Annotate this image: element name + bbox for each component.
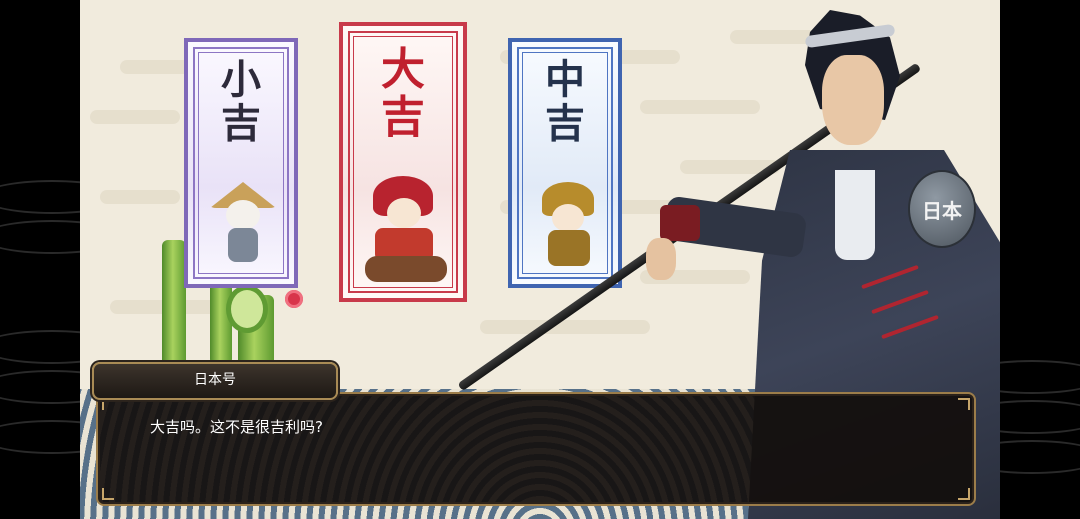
swirl-decoration: [1000, 440, 1080, 474]
left-letterbox: [0, 0, 80, 519]
fortune-glyph: 吉: [221, 101, 261, 147]
bamboo-cut-top: [226, 285, 268, 333]
gourd-label: 日本: [922, 198, 962, 223]
swirl-decoration: [0, 220, 80, 254]
fortune-glyph: 吉: [545, 101, 585, 147]
swirl-decoration: [0, 420, 80, 454]
fortune-banner-middle[interactable]: 中 吉: [508, 38, 622, 288]
swirl-decoration: [0, 330, 80, 364]
warrior-gauntlet: [660, 205, 700, 241]
speaker-nameplate: 日本号: [92, 362, 338, 400]
fortune-banner-small[interactable]: 小 吉: [184, 38, 298, 288]
bamboo-stalk: [162, 240, 186, 370]
sake-gourd: 日本: [908, 170, 976, 248]
fortune-glyph: 中: [545, 57, 585, 103]
swirl-decoration: [1000, 360, 1080, 394]
warrior-hand: [646, 238, 676, 280]
swirl-decoration: [0, 370, 80, 404]
warrior-face: [822, 55, 884, 145]
dialogue-box[interactable]: 大吉吗。这不是很吉利吗?: [96, 392, 976, 506]
fortune-banner-great[interactable]: 大 吉: [339, 22, 467, 302]
warrior-shirt: [835, 170, 875, 260]
chibi-general-on-horse: [361, 176, 451, 286]
dialogue-text: 大吉吗。这不是很吉利吗?: [150, 418, 323, 436]
chibi-samurai: [534, 182, 604, 272]
swirl-decoration: [1000, 400, 1080, 434]
fortune-glyph: 小: [221, 57, 261, 103]
fortune-glyph: 大: [381, 44, 425, 95]
fortune-glyph: 吉: [381, 92, 425, 143]
speaker-name: 日本号: [194, 372, 236, 388]
chibi-ronin: [208, 182, 278, 272]
plum-blossom: [285, 290, 303, 308]
swirl-decoration: [0, 180, 80, 214]
right-letterbox: [1000, 0, 1080, 519]
